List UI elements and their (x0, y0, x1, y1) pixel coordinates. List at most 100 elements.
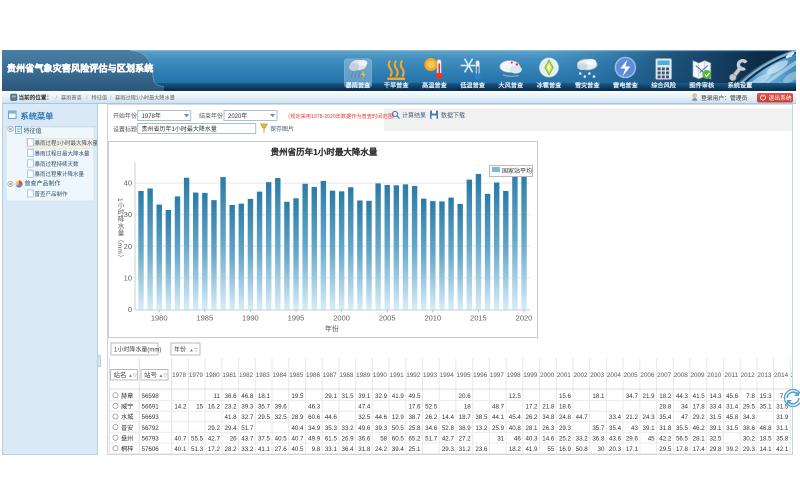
svg-text:33.4: 33.4 (609, 414, 622, 421)
svg-text:29.4: 29.4 (225, 425, 238, 432)
svg-text:41.9: 41.9 (525, 446, 538, 453)
svg-text:50.8: 50.8 (576, 446, 589, 453)
svg-text:26.2: 26.2 (525, 414, 538, 421)
svg-text:15: 15 (196, 404, 203, 411)
svg-text:低温普查: 低温普查 (460, 82, 485, 90)
svg-text:1980: 1980 (151, 314, 168, 323)
svg-text:1978年: 1978年 (142, 112, 161, 120)
svg-text:2011: 2011 (724, 372, 738, 379)
svg-text:20.3: 20.3 (609, 446, 622, 453)
svg-text:46: 46 (514, 435, 521, 442)
svg-text:52.5: 52.5 (425, 404, 438, 411)
svg-text:32.9: 32.9 (375, 393, 388, 400)
svg-text:干旱普查: 干旱普查 (384, 82, 409, 90)
svg-text:23.6: 23.6 (475, 446, 488, 453)
svg-text:31.8: 31.8 (358, 446, 371, 453)
svg-text:32.5: 32.5 (358, 414, 371, 421)
svg-text:35.4: 35.4 (659, 414, 672, 421)
svg-text:水城: 水城 (121, 413, 133, 421)
svg-text:40.7: 40.7 (174, 435, 187, 442)
svg-text:贵州省气象灾害风险评估与区划系统: 贵州省气象灾害风险评估与区划系统 (7, 63, 153, 74)
svg-text:暴雨过程日最大降水量: 暴雨过程日最大降水量 (35, 150, 91, 158)
svg-text:40.7: 40.7 (291, 435, 304, 442)
svg-text:45.4: 45.4 (509, 414, 522, 421)
svg-text:39.4: 39.4 (392, 446, 405, 453)
svg-text:贵州省历年1小时最大降水量: 贵州省历年1小时最大降水量 (142, 125, 217, 133)
svg-text:2013: 2013 (757, 372, 772, 379)
svg-text:2008: 2008 (674, 372, 689, 379)
svg-text:18.2: 18.2 (509, 446, 522, 453)
svg-text:40.1: 40.1 (174, 446, 187, 453)
svg-text:18.1: 18.1 (258, 393, 271, 400)
svg-text:1983: 1983 (256, 372, 271, 379)
svg-text:雪灾普查: 雪灾普查 (575, 82, 600, 90)
svg-text:1982: 1982 (239, 372, 254, 379)
svg-text:25.1: 25.1 (408, 446, 421, 453)
svg-text:普查产品制作: 普查产品制作 (25, 180, 61, 188)
svg-text:29.3: 29.3 (442, 446, 455, 453)
svg-text:38.6: 38.6 (743, 425, 756, 432)
svg-text:24.8: 24.8 (559, 414, 572, 421)
svg-text:41.8: 41.8 (225, 414, 238, 421)
svg-text:2005: 2005 (379, 314, 396, 323)
svg-text:29.5: 29.5 (659, 446, 672, 453)
svg-text:65.2: 65.2 (408, 435, 421, 442)
svg-text:▲▽: ▲▽ (159, 373, 168, 379)
svg-text:41.5: 41.5 (693, 393, 706, 400)
svg-text:29.5: 29.5 (258, 414, 271, 421)
svg-text:49.9: 49.9 (308, 435, 321, 442)
svg-text:35.8: 35.8 (776, 435, 789, 442)
svg-text:49.5: 49.5 (408, 393, 421, 400)
svg-text:1996: 1996 (473, 372, 488, 379)
svg-text:26.3: 26.3 (542, 425, 555, 432)
svg-text:38.5: 38.5 (475, 414, 488, 421)
svg-text:21.9: 21.9 (643, 393, 656, 400)
svg-text:41.9: 41.9 (392, 393, 405, 400)
svg-text:27.6: 27.6 (275, 446, 288, 453)
svg-text:1985: 1985 (196, 314, 213, 323)
svg-text:40.8: 40.8 (509, 425, 522, 432)
svg-text:33.1: 33.1 (325, 446, 338, 453)
svg-text:34.3: 34.3 (743, 414, 756, 421)
svg-text:29.2: 29.2 (208, 425, 221, 432)
svg-text:46.3: 46.3 (308, 404, 321, 411)
svg-text:2010: 2010 (424, 314, 441, 323)
svg-text:42.7: 42.7 (442, 435, 455, 442)
svg-text:暴雨过程持续天数: 暴雨过程持续天数 (35, 160, 80, 168)
svg-text:暴雨普查: 暴雨普查 (61, 94, 82, 102)
svg-text:15.3: 15.3 (760, 393, 773, 400)
svg-text:2020年: 2020年 (228, 112, 247, 120)
svg-text:36.4: 36.4 (342, 446, 355, 453)
svg-text:44.3: 44.3 (676, 393, 689, 400)
svg-text:46.8: 46.8 (760, 425, 773, 432)
svg-text:27.2: 27.2 (459, 435, 472, 442)
svg-text:▲▽: ▲▽ (189, 348, 198, 354)
svg-text:34: 34 (681, 404, 688, 411)
svg-text:26.9: 26.9 (342, 435, 355, 442)
svg-text:35.4: 35.4 (609, 425, 622, 432)
svg-text:33.4: 33.4 (709, 404, 722, 411)
svg-text:站号: 站号 (144, 370, 158, 379)
svg-text:47: 47 (681, 414, 688, 421)
svg-text:51.7: 51.7 (425, 435, 438, 442)
svg-text:2001: 2001 (557, 372, 572, 379)
svg-text:46.2: 46.2 (693, 425, 706, 432)
svg-text:桐梓: 桐梓 (121, 445, 133, 453)
svg-text:1987: 1987 (323, 372, 338, 379)
svg-text:1985: 1985 (289, 372, 304, 379)
svg-text:40.4: 40.4 (291, 425, 304, 432)
svg-text:/: / (86, 96, 88, 102)
svg-text:数据下载: 数据下载 (441, 112, 465, 120)
svg-text:1997: 1997 (490, 372, 505, 379)
svg-text:33.2: 33.2 (241, 446, 254, 453)
svg-text:51.3: 51.3 (191, 446, 204, 453)
svg-text:56693: 56693 (142, 414, 160, 421)
svg-text:14.3: 14.3 (709, 393, 722, 400)
svg-text:1995: 1995 (456, 372, 471, 379)
svg-text:高温普查: 高温普查 (422, 82, 447, 90)
svg-text:17.4: 17.4 (693, 446, 706, 453)
svg-text:41.1: 41.1 (258, 446, 271, 453)
svg-text:30: 30 (124, 210, 132, 219)
svg-text:1999: 1999 (523, 372, 538, 379)
svg-text:11: 11 (213, 393, 220, 400)
